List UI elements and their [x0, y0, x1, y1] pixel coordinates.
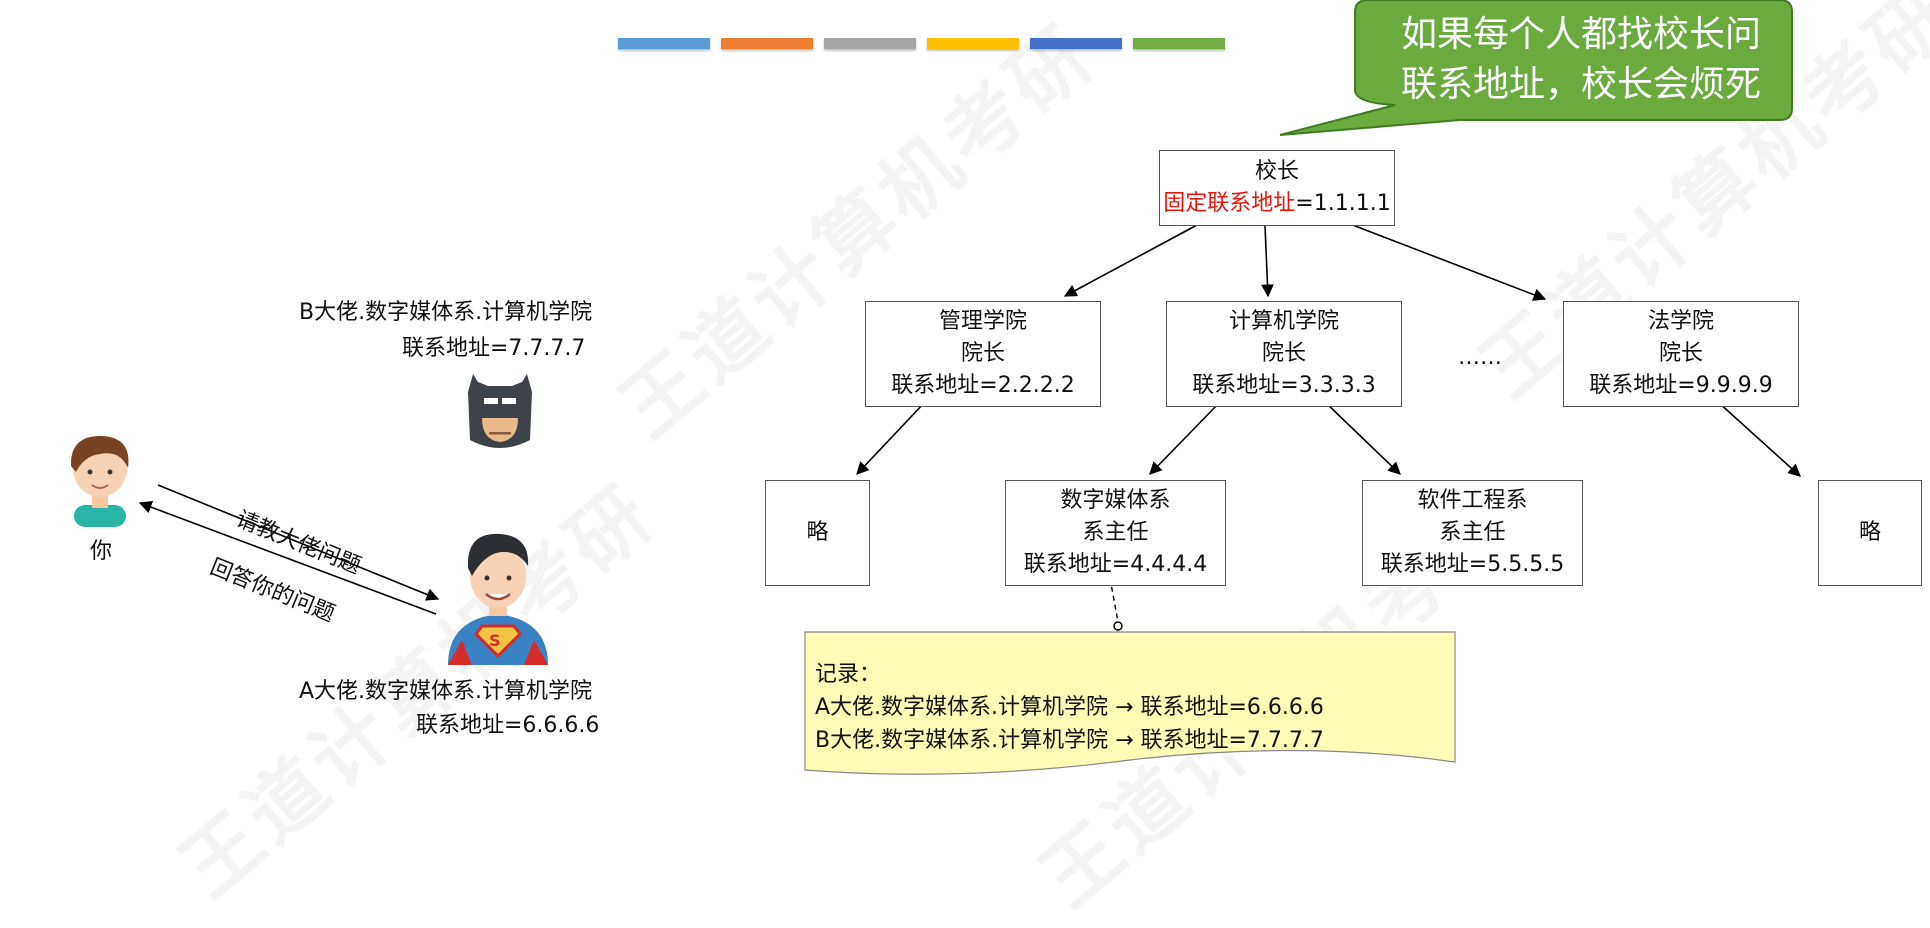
superman-avatar-icon: S: [448, 533, 548, 665]
b-name-label: B大佬.数字媒体系.计算机学院: [299, 300, 593, 325]
college-role: 院长: [1261, 341, 1306, 366]
callout-text: 如果每个人都找校长问 联系地址，校长会烦死: [1366, 10, 1796, 110]
dept-node-omitted-right: 略: [1818, 480, 1922, 586]
dept-name: 软件工程系: [1417, 488, 1528, 513]
a-name-label: A大佬.数字媒体系.计算机学院: [299, 679, 593, 704]
college-addr: 联系地址=2.2.2.2: [891, 373, 1075, 398]
dept-role: 系主任: [1082, 520, 1149, 545]
principal-title: 校长: [1254, 159, 1299, 184]
dept-role: 系主任: [1439, 520, 1506, 545]
principal-addr-value: =1.1.1.1: [1295, 191, 1391, 216]
dept-node-omitted-left: 略: [765, 480, 870, 586]
edge-computer-software: [1324, 401, 1401, 475]
edge-principal-management: [1063, 224, 1198, 297]
dept-node-digital-media: 数字媒体系 系主任 联系地址=4.4.4.4: [1005, 480, 1226, 586]
dept-omitted-label: 略: [1858, 520, 1881, 545]
college-node-computer: 计算机学院 院长 联系地址=3.3.3.3: [1166, 301, 1402, 407]
principal-node: 校长 固定联系地址=1.1.1.1: [1159, 150, 1395, 226]
college-node-management: 管理学院 院长 联系地址=2.2.2.2: [865, 301, 1101, 407]
college-role: 院长: [960, 341, 1005, 366]
college-addr: 联系地址=9.9.9.9: [1589, 373, 1773, 398]
svg-text:S: S: [489, 631, 501, 650]
dept-addr: 联系地址=4.4.4.4: [1023, 552, 1208, 577]
dept-addr: 联系地址=5.5.5.5: [1380, 552, 1565, 577]
dept-node-software: 软件工程系 系主任 联系地址=5.5.5.5: [1362, 480, 1583, 586]
college-name: 法学院: [1647, 309, 1714, 334]
edge-management-omitted: [856, 401, 926, 475]
college-ellipsis: ……: [1458, 345, 1502, 370]
dept-name: 数字媒体系: [1060, 488, 1171, 513]
college-node-law: 法学院 院长 联系地址=9.9.9.9: [1563, 301, 1799, 407]
principal-addr-label: 固定联系地址: [1163, 191, 1296, 216]
college-role: 院长: [1658, 341, 1703, 366]
edge-principal-computer: [1261, 225, 1274, 298]
you-label: 你: [90, 539, 113, 564]
edge-computer-digital: [1149, 401, 1221, 475]
college-name: 计算机学院: [1228, 309, 1339, 334]
batman-avatar-icon: [468, 374, 532, 448]
a-addr-label: 联系地址=6.6.6.6: [416, 713, 600, 738]
note-heading: 记录：: [815, 662, 882, 687]
note-line: A大佬.数字媒体系.计算机学院 → 联系地址=6.6.6.6: [815, 695, 1324, 720]
note-line: B大佬.数字媒体系.计算机学院 → 联系地址=7.7.7.7: [815, 728, 1324, 753]
college-addr: 联系地址=3.3.3.3: [1192, 373, 1376, 398]
dept-omitted-label: 略: [806, 520, 829, 545]
record-note: 记录： A大佬.数字媒体系.计算机学院 → 联系地址=6.6.6.6 B大佬.数…: [805, 632, 1455, 770]
callout-line: 联系地址，校长会烦死: [1400, 64, 1761, 105]
callout-line: 如果每个人都找校长问: [1400, 14, 1761, 55]
edge-law-omitted: [1717, 401, 1801, 477]
b-addr-label: 联系地址=7.7.7.7: [402, 336, 586, 361]
edge-principal-law: [1349, 223, 1547, 301]
college-name: 管理学院: [938, 309, 1027, 334]
you-avatar-icon: [70, 436, 129, 527]
